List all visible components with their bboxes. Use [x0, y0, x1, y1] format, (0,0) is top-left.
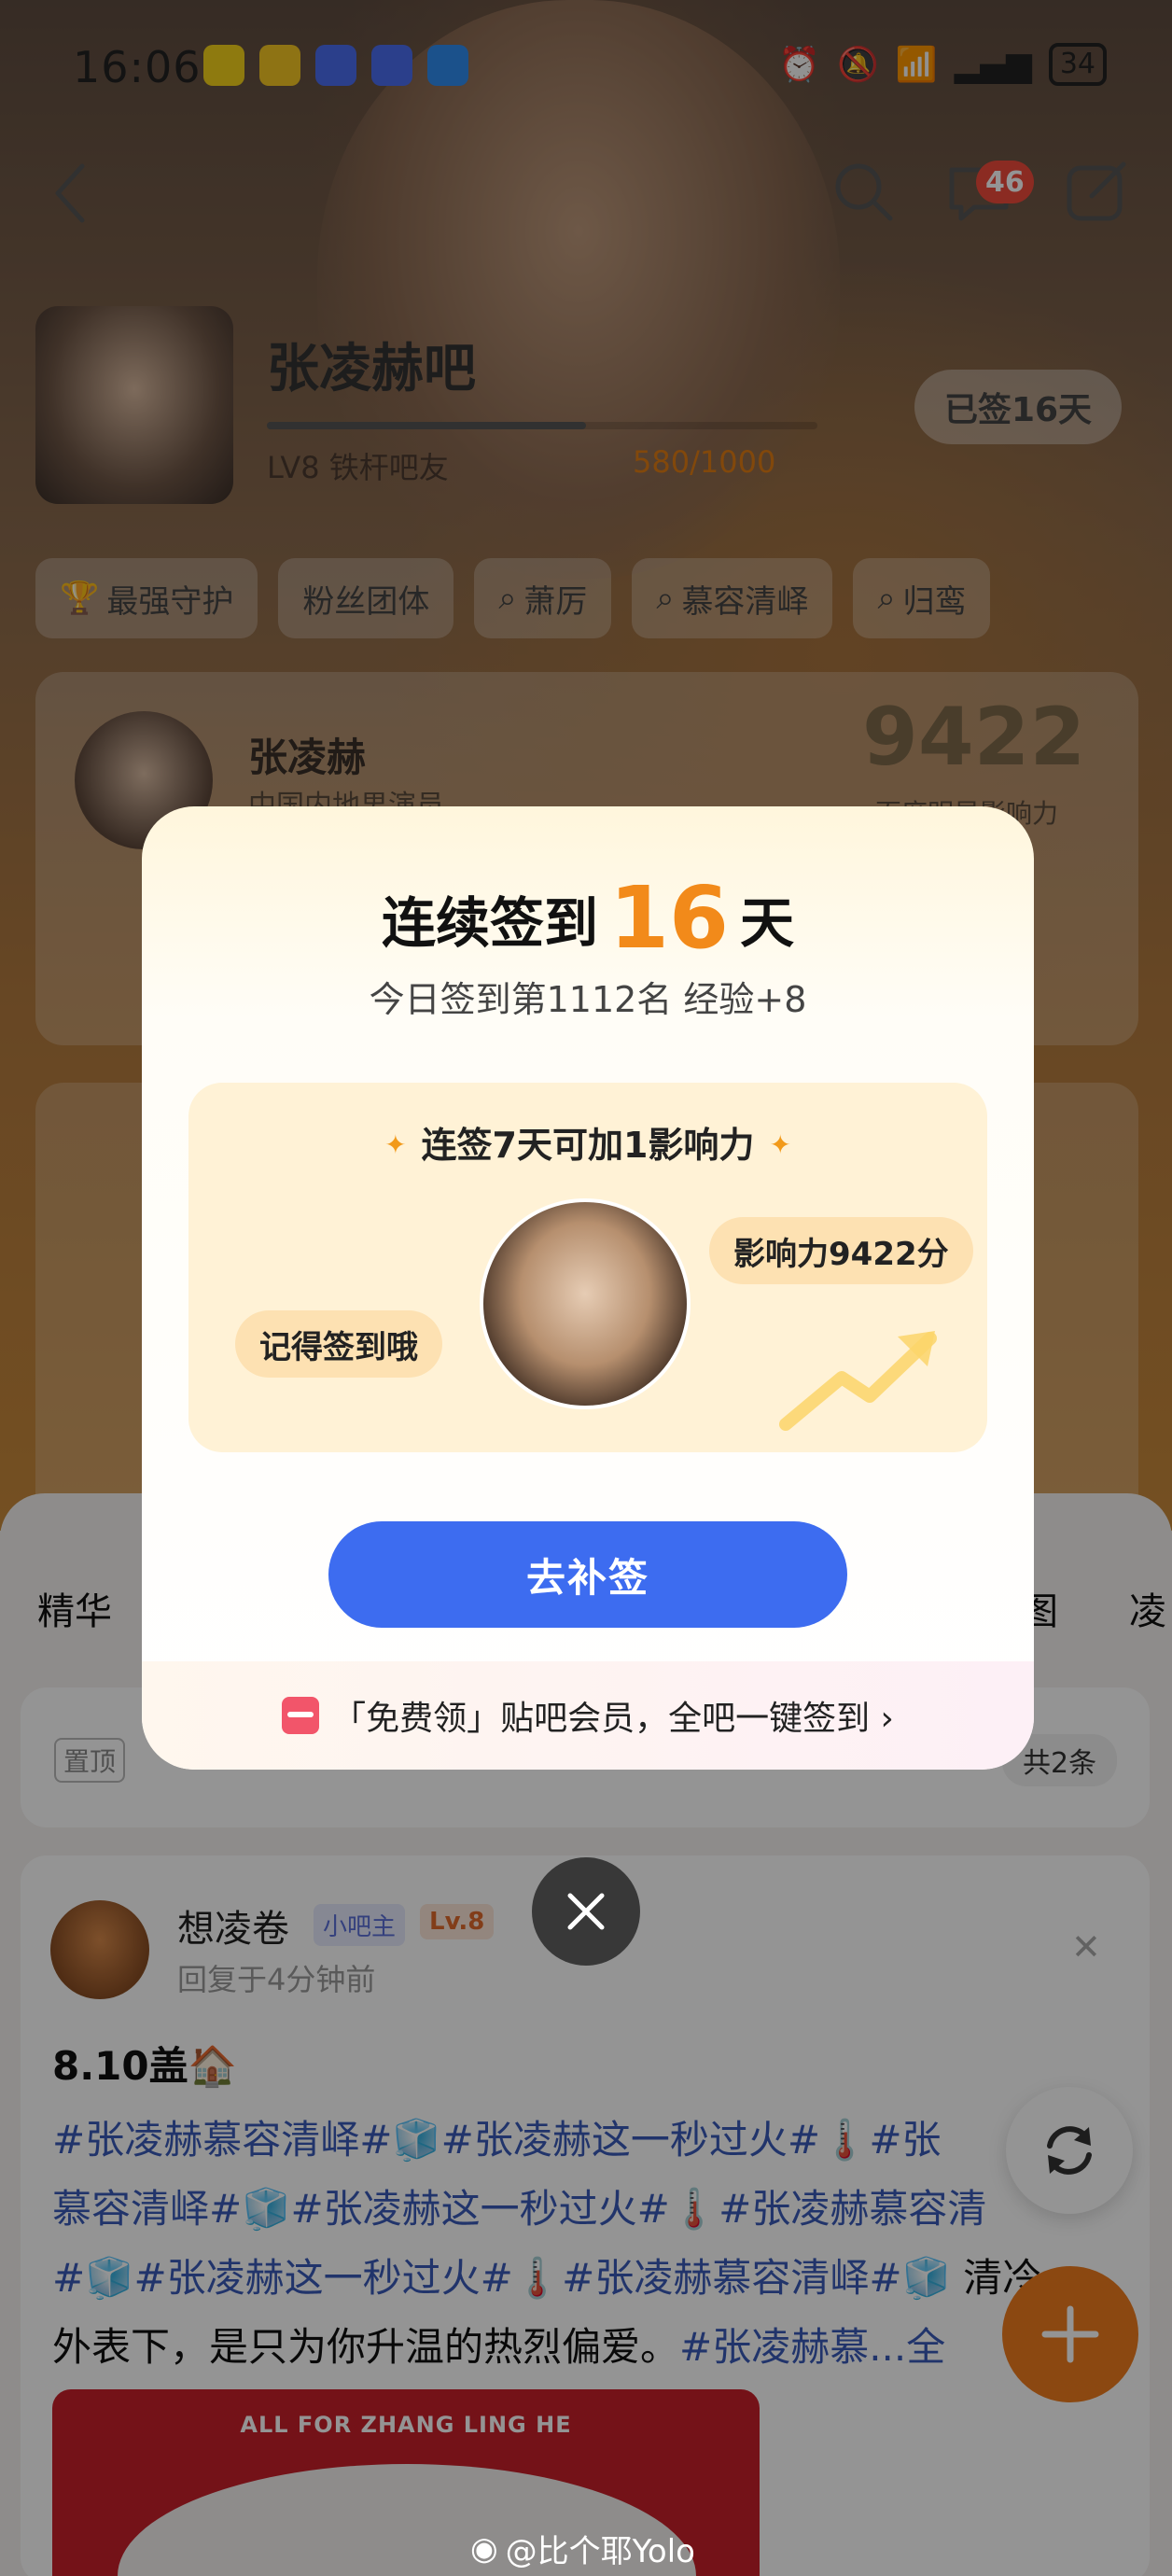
sparkle-icon: ✦ — [384, 1129, 407, 1160]
checkin-modal: 连续签到 16 天 今日签到第1112名 经验+8 ✦ 连签7天可加1影响力 ✦ 记得签… — [142, 806, 1034, 1770]
membership-promo-text: 「免费领」贴吧会员，全吧一键签到 › — [332, 1700, 894, 1738]
influence-bubble: 影响力9422分 — [709, 1217, 973, 1284]
close-icon — [567, 1893, 605, 1930]
star-portrait — [480, 1198, 691, 1409]
reminder-bubble: 记得签到哦 — [235, 1310, 442, 1378]
modal-subtitle: 今日签到第1112名 经验+8 — [369, 979, 807, 1020]
reward-panel: ✦ 连签7天可加1影响力 ✦ 记得签到哦 影响力9422分 — [188, 1083, 987, 1452]
close-modal-button[interactable] — [532, 1857, 640, 1966]
membership-promo[interactable]: 「免费领」贴吧会员，全吧一键签到 › — [142, 1661, 1034, 1770]
gift-icon — [282, 1697, 320, 1734]
reward-heading: ✦ 连签7天可加1影响力 ✦ — [384, 1125, 791, 1166]
trend-arrow-icon — [779, 1331, 937, 1431]
weibo-icon: ◉ — [470, 2529, 498, 2568]
makeup-checkin-button[interactable]: 去补签 — [328, 1521, 847, 1628]
streak-days: 16 — [608, 868, 730, 968]
modal-title: 连续签到 16 天 — [381, 868, 795, 968]
watermark: ◉ @比个耶Yolo — [470, 2529, 695, 2571]
sparkle-icon: ✦ — [769, 1129, 791, 1160]
